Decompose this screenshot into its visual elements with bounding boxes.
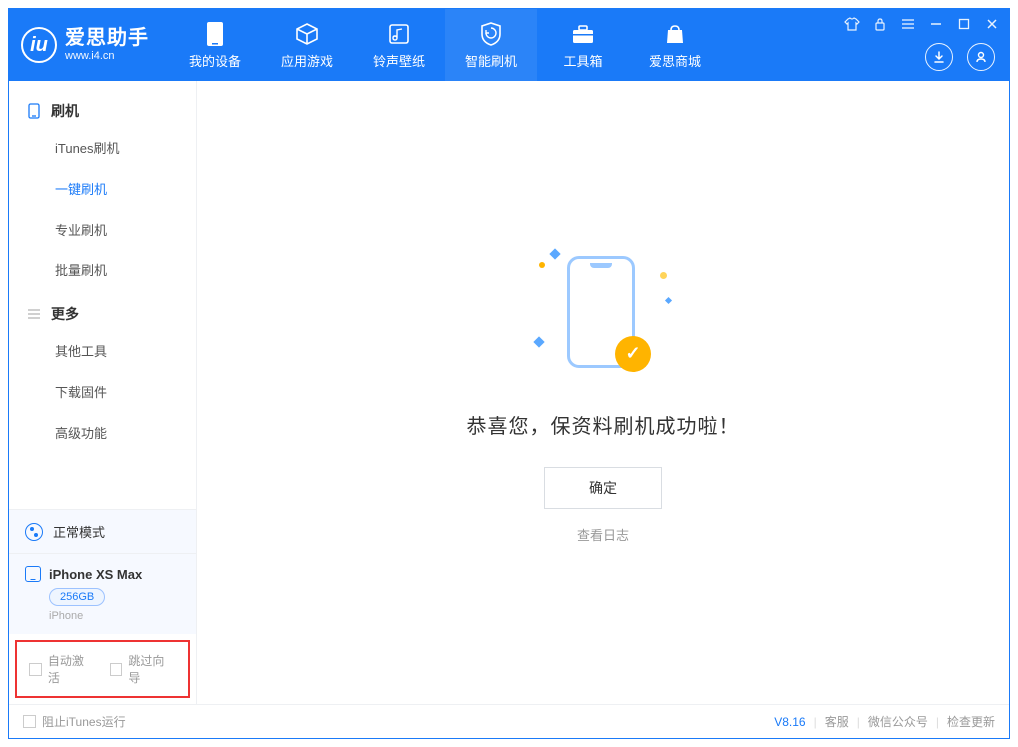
statusbar: 阻止iTunes运行 V8.16 | 客服 | 微信公众号 | 检查更新 <box>9 704 1009 738</box>
device-panel[interactable]: iPhone XS Max 256GB iPhone <box>9 554 196 634</box>
view-log-link[interactable]: 查看日志 <box>577 525 629 544</box>
footer-link-support[interactable]: 客服 <box>825 713 849 730</box>
close-button[interactable] <box>983 15 1001 33</box>
sidebar-item-pro-flash[interactable]: 专业刷机 <box>9 211 196 252</box>
user-button[interactable] <box>967 43 995 71</box>
cube-icon <box>294 21 320 47</box>
sidebar-item-download-firmware[interactable]: 下载固件 <box>9 373 196 414</box>
sidebar-item-other-tools[interactable]: 其他工具 <box>9 332 196 373</box>
mode-label: 正常模式 <box>53 522 105 541</box>
checkbox-skip-guide[interactable]: 跳过向导 <box>110 652 177 686</box>
header-actions <box>925 43 995 71</box>
nav-toolbox[interactable]: 工具箱 <box>537 9 629 81</box>
nav-my-device[interactable]: 我的设备 <box>169 9 261 81</box>
nav-flash[interactable]: 智能刷机 <box>445 9 537 81</box>
app-url: www.i4.cn <box>65 50 149 63</box>
menu-icon[interactable] <box>899 15 917 33</box>
sidebar-group-more: 更多 <box>9 292 196 332</box>
lock-icon[interactable] <box>871 15 889 33</box>
sidebar-group-flash: 刷机 <box>9 89 196 129</box>
nav-ringtones[interactable]: 铃声壁纸 <box>353 9 445 81</box>
download-button[interactable] <box>925 43 953 71</box>
app-window: iu 爱思助手 www.i4.cn 我的设备 应用游戏 铃声壁纸 智能刷机 <box>8 8 1010 739</box>
sidebar-item-batch-flash[interactable]: 批量刷机 <box>9 251 196 292</box>
phone-small-icon <box>25 566 41 582</box>
footer-link-update[interactable]: 检查更新 <box>947 713 995 730</box>
device-storage: 256GB <box>49 588 105 606</box>
shield-icon <box>478 21 504 47</box>
tshirt-icon[interactable] <box>843 15 861 33</box>
mode-icon <box>25 523 43 541</box>
sidebar: 刷机 iTunes刷机 一键刷机 专业刷机 批量刷机 更多 其他工具 下载固件 … <box>9 81 197 704</box>
footer-link-wechat[interactable]: 微信公众号 <box>868 713 928 730</box>
music-icon <box>386 21 412 47</box>
maximize-button[interactable] <box>955 15 973 33</box>
toolbox-icon <box>570 21 596 47</box>
sidebar-item-advanced[interactable]: 高级功能 <box>9 414 196 455</box>
options-highlight: 自动激活 跳过向导 <box>15 640 190 698</box>
app-logo: iu 爱思助手 www.i4.cn <box>21 26 149 63</box>
titlebar: iu 爱思助手 www.i4.cn 我的设备 应用游戏 铃声壁纸 智能刷机 <box>9 9 1009 81</box>
body: 刷机 iTunes刷机 一键刷机 专业刷机 批量刷机 更多 其他工具 下载固件 … <box>9 81 1009 704</box>
device-type: iPhone <box>49 610 180 622</box>
success-illustration: ✓ <box>533 242 673 382</box>
main-content: ✓ 恭喜您，保资料刷机成功啦！ 确定 查看日志 <box>197 81 1009 704</box>
main-nav: 我的设备 应用游戏 铃声壁纸 智能刷机 工具箱 爱思商城 <box>169 9 721 81</box>
checkbox-stop-itunes[interactable]: 阻止iTunes运行 <box>23 713 126 730</box>
nav-apps[interactable]: 应用游戏 <box>261 9 353 81</box>
mode-indicator: 正常模式 <box>9 510 196 554</box>
ok-button[interactable]: 确定 <box>544 467 662 509</box>
device-name: iPhone XS Max <box>49 567 142 582</box>
check-badge-icon: ✓ <box>615 336 651 372</box>
version-label: V8.16 <box>774 715 805 729</box>
list-icon <box>27 307 41 321</box>
logo-icon: iu <box>21 27 57 63</box>
minimize-button[interactable] <box>927 15 945 33</box>
phone-icon <box>202 21 228 47</box>
sidebar-item-itunes-flash[interactable]: iTunes刷机 <box>9 129 196 170</box>
nav-store[interactable]: 爱思商城 <box>629 9 721 81</box>
bag-icon <box>662 21 688 47</box>
sidebar-item-onekey-flash[interactable]: 一键刷机 <box>9 170 196 211</box>
window-controls <box>843 15 1001 33</box>
app-name: 爱思助手 <box>65 26 149 50</box>
checkbox-auto-activate[interactable]: 自动激活 <box>29 652 96 686</box>
success-message: 恭喜您，保资料刷机成功啦！ <box>467 410 740 439</box>
device-icon <box>27 104 41 118</box>
